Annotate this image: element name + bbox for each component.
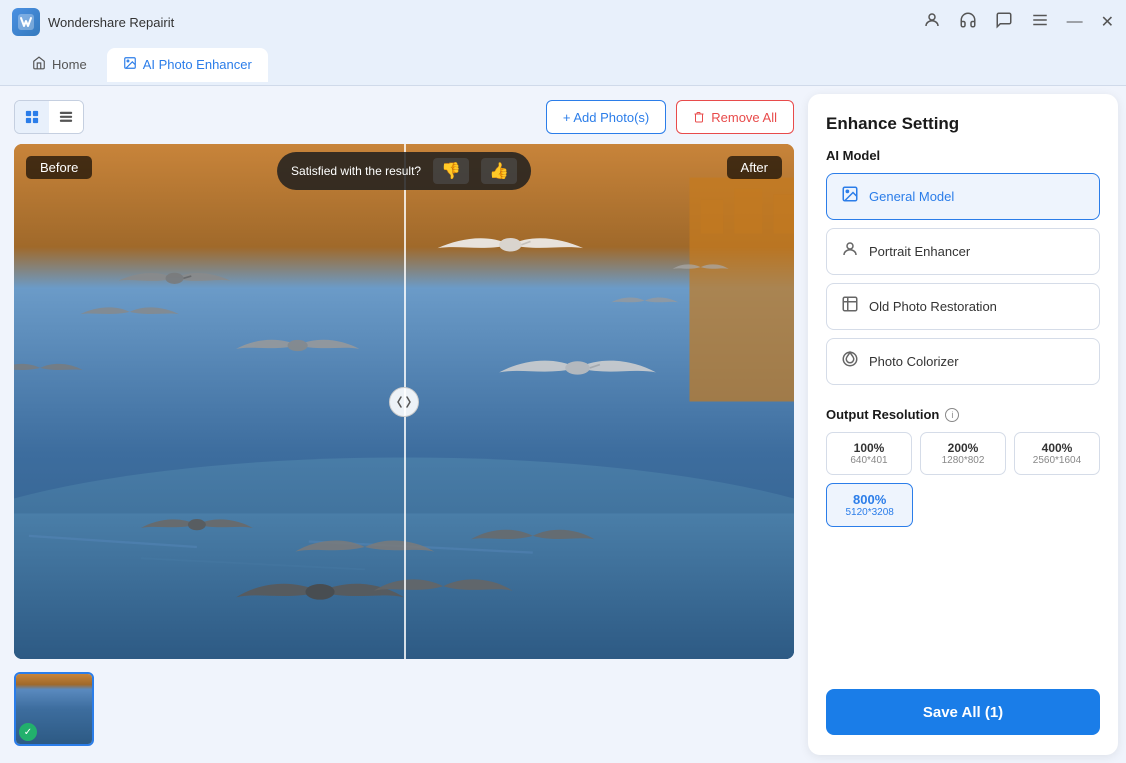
model-portrait-label: Portrait Enhancer	[869, 244, 970, 259]
grid-view-button[interactable]	[15, 101, 49, 133]
image-viewer: Before After Satisfied with the result? …	[14, 144, 794, 659]
general-model-icon	[841, 185, 859, 208]
tab-bar: Home AI Photo Enhancer	[0, 44, 1126, 86]
tab-ai-photo-label: AI Photo Enhancer	[143, 57, 252, 72]
minimize-button[interactable]: —	[1067, 13, 1083, 31]
view-toggle	[14, 100, 84, 134]
model-general-label: General Model	[869, 189, 954, 204]
res-800-label: 800%	[853, 492, 886, 507]
save-all-button[interactable]: Save All (1)	[826, 689, 1100, 735]
output-resolution-label: Output Resolution	[826, 407, 939, 422]
res-200-label: 200%	[948, 441, 979, 455]
model-portrait[interactable]: Portrait Enhancer	[826, 228, 1100, 275]
close-button[interactable]: ✕	[1101, 12, 1114, 32]
model-old-photo-label: Old Photo Restoration	[869, 299, 997, 314]
res-400-sub: 2560*1604	[1021, 455, 1093, 466]
ai-model-label: AI Model	[826, 148, 1100, 163]
right-panel: Enhance Setting AI Model General Model P…	[808, 94, 1118, 755]
satisfaction-text: Satisfied with the result?	[291, 164, 421, 178]
tab-ai-photo[interactable]: AI Photo Enhancer	[107, 48, 268, 82]
remove-all-button[interactable]: Remove All	[676, 100, 794, 134]
thumbnail-check: ✓	[19, 723, 37, 741]
thumbnail-strip: ✓	[14, 669, 794, 749]
res-200-sub: 1280*802	[927, 455, 999, 466]
resolution-header: Output Resolution i	[826, 407, 1100, 422]
app-logo	[12, 8, 40, 36]
res-400-label: 400%	[1042, 441, 1073, 455]
split-handle[interactable]	[389, 387, 419, 417]
res-800[interactable]: 800% 5120*3208	[826, 483, 913, 527]
res-200[interactable]: 200% 1280*802	[920, 432, 1006, 475]
ai-photo-icon	[123, 56, 137, 73]
model-colorizer-label: Photo Colorizer	[869, 354, 959, 369]
model-old-photo[interactable]: Old Photo Restoration	[826, 283, 1100, 330]
model-general[interactable]: General Model	[826, 173, 1100, 220]
remove-all-label: Remove All	[711, 110, 777, 125]
portrait-icon	[841, 240, 859, 263]
menu-icon[interactable]	[1031, 11, 1049, 34]
chat-icon[interactable]	[995, 11, 1013, 34]
account-icon[interactable]	[923, 11, 941, 34]
list-view-button[interactable]	[49, 101, 83, 133]
label-after: After	[727, 156, 782, 179]
resolution-info-icon[interactable]: i	[945, 408, 959, 422]
colorizer-icon	[841, 350, 859, 373]
thumbnail-item[interactable]: ✓	[14, 672, 94, 746]
res-100[interactable]: 100% 640*401	[826, 432, 912, 475]
model-colorizer[interactable]: Photo Colorizer	[826, 338, 1100, 385]
add-photos-button[interactable]: + Add Photo(s)	[546, 100, 666, 134]
app-name: Wondershare Repairit	[48, 15, 174, 30]
old-photo-icon	[841, 295, 859, 318]
main-content: + Add Photo(s) Remove All	[0, 86, 1126, 763]
home-icon	[32, 56, 46, 73]
output-resolution-section: Output Resolution i 100% 640*401 200% 12…	[826, 407, 1100, 527]
satisfaction-bar: Satisfied with the result? 👎 👍	[277, 152, 531, 190]
left-panel: + Add Photo(s) Remove All	[0, 86, 808, 763]
res-100-label: 100%	[854, 441, 885, 455]
tab-home[interactable]: Home	[16, 48, 103, 82]
thumbs-up-button[interactable]: 👍	[481, 158, 517, 184]
title-bar: Wondershare Repairit — ✕	[0, 0, 1126, 44]
ai-model-section: AI Model General Model Portrait Enhancer	[826, 148, 1100, 393]
thumbs-down-button[interactable]: 👎	[433, 158, 469, 184]
title-bar-left: Wondershare Repairit	[12, 8, 174, 36]
panel-title: Enhance Setting	[826, 114, 1100, 134]
headset-icon[interactable]	[959, 11, 977, 34]
toolbar: + Add Photo(s) Remove All	[14, 100, 794, 134]
res-800-sub: 5120*3208	[833, 507, 906, 518]
label-before: Before	[26, 156, 92, 179]
res-400[interactable]: 400% 2560*1604	[1014, 432, 1100, 475]
resolution-grid: 100% 640*401 200% 1280*802 400% 2560*160…	[826, 432, 1100, 475]
title-bar-right: — ✕	[923, 11, 1114, 34]
res-100-sub: 640*401	[833, 455, 905, 466]
tab-home-label: Home	[52, 57, 87, 72]
